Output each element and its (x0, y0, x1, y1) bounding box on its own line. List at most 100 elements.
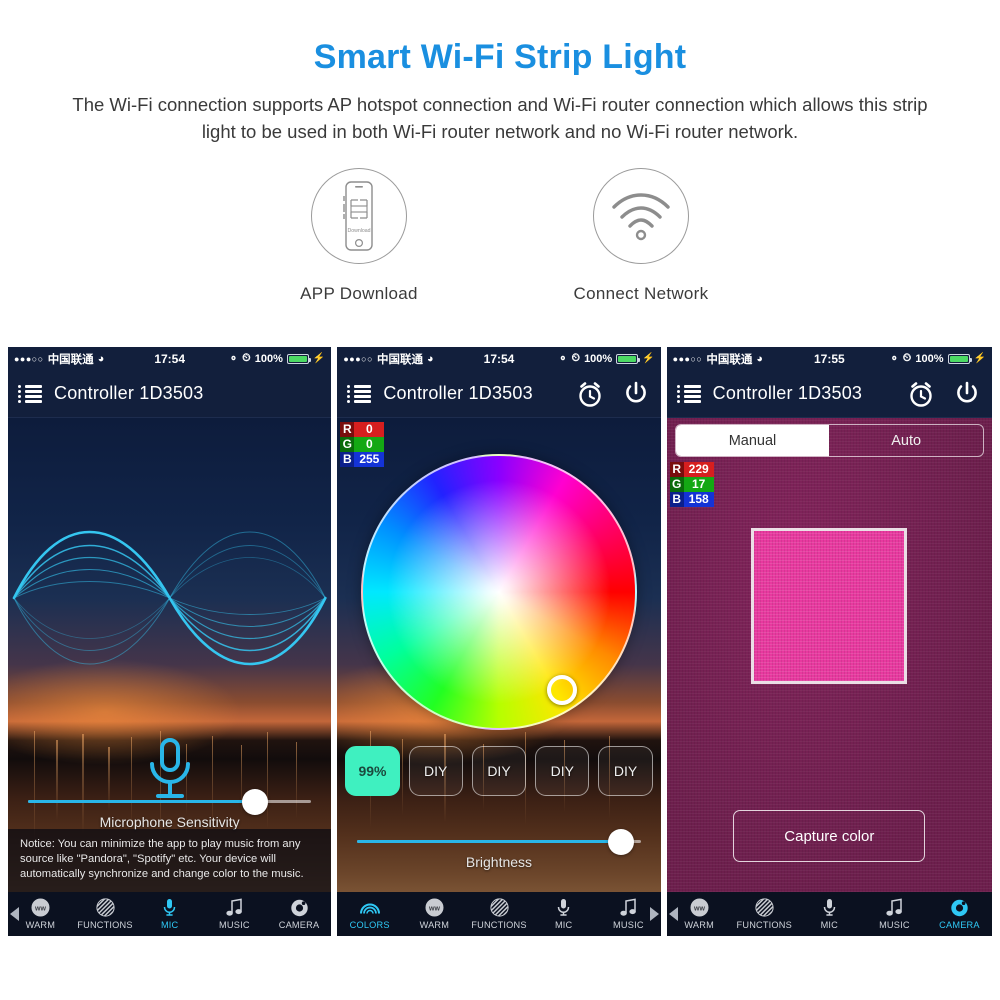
battery-percent-label: 100% (254, 352, 283, 365)
alarm-icon: ⏲ (242, 352, 251, 364)
preset-button-diy-2[interactable]: DIY (471, 746, 527, 796)
color-wheel[interactable] (360, 454, 637, 730)
tab-music[interactable]: MUSIC (202, 898, 267, 930)
capture-color-button[interactable]: Capture color (733, 810, 926, 862)
slider-track[interactable] (357, 828, 641, 855)
rgb-r-label: R (340, 422, 355, 437)
tab-label: WARM (419, 920, 450, 930)
wifi-icon (593, 168, 689, 264)
svg-text:ww: ww (34, 906, 46, 913)
segment-auto[interactable]: Auto (829, 425, 983, 456)
tab-colors[interactable]: COLORS (337, 898, 402, 930)
notice-text: Notice: You can minimize the app to play… (8, 829, 332, 892)
brightness-slider[interactable]: Brightness (357, 828, 641, 870)
preset-button-99[interactable]: 99% (345, 746, 400, 796)
feature-label: APP Download (300, 284, 418, 303)
tab-label: FUNCTIONS (77, 920, 133, 930)
microphone-icon (797, 898, 862, 917)
captured-color-swatch (754, 531, 905, 681)
tab-label: WARM (25, 920, 56, 930)
feature-label: Connect Network (573, 284, 709, 303)
color-wheel-selector[interactable] (546, 674, 577, 705)
slider-fill (28, 800, 255, 803)
music-note-icon (862, 898, 927, 917)
tab-label: CAMERA (939, 920, 980, 930)
preset-button-diy-1[interactable]: DIY (408, 746, 463, 796)
tab-camera[interactable]: CAMERA (927, 898, 992, 930)
rgb-b-value: 158 (688, 492, 709, 506)
page-subtitle: The Wi-Fi connection supports AP hotspot… (72, 94, 928, 142)
app-nav-bar: Controller 1D3503 (8, 370, 332, 418)
rotation-lock-icon: ⚬ (889, 353, 899, 365)
tab-label: FUNCTIONS (471, 920, 527, 930)
power-icon[interactable] (621, 379, 651, 409)
tab-scroll-left-arrow[interactable] (668, 907, 678, 921)
tab-label: COLORS (349, 920, 390, 930)
tab-functions[interactable]: FUNCTIONS (73, 898, 138, 930)
svg-text:ww: ww (693, 906, 705, 913)
tab-mic[interactable]: MIC (797, 898, 862, 930)
controller-title: Controller 1D3503 (712, 383, 863, 403)
tab-camera[interactable]: CAMERA (267, 898, 332, 930)
tab-functions[interactable]: FUNCTIONS (467, 898, 532, 930)
hamburger-menu-icon[interactable] (18, 384, 42, 403)
preset-button-row: 99% DIY DIY DIY DIY (345, 746, 653, 796)
alarm-icon: ⏲ (902, 352, 912, 364)
rgb-readout: R0 G0 B 255 (340, 422, 385, 467)
tab-label: MIC (160, 920, 179, 930)
slider-label: Brightness (465, 854, 533, 870)
status-bar: ●●●○○ 中国联通 ◕ 17:54 ⚬ ⏲ 100% ⚡ (8, 347, 332, 370)
svg-text:ww: ww (428, 906, 440, 913)
tab-label: WARM (684, 920, 714, 930)
slider-track[interactable] (28, 788, 312, 815)
tab-label: MIC (820, 920, 839, 930)
tab-scroll-left-arrow[interactable] (10, 907, 19, 921)
battery-percent-label: 100% (915, 352, 944, 365)
bottom-tab-bar: COLORS ww WARM FUNCTIONS MIC MUSIC (337, 892, 661, 936)
screenshot-row: ●●●○○ 中国联通 ◕ 17:54 ⚬ ⏲ 100% ⚡ Controller… (8, 347, 992, 936)
tab-mic[interactable]: MIC (531, 898, 596, 930)
microphone-sensitivity-slider[interactable]: Microphone Sensitivity (28, 788, 312, 830)
camera-panel-body: Manual Auto R 229 G 17 B 158 Capture color (666, 418, 992, 892)
controller-title: Controller 1D3503 (383, 383, 533, 403)
power-icon[interactable] (952, 379, 982, 409)
battery-icon (947, 353, 972, 364)
battery-icon (286, 353, 311, 364)
rgb-r-value: 0 (365, 422, 373, 436)
microphone-icon (137, 898, 202, 917)
color-sample-frame[interactable] (751, 528, 908, 684)
tab-label: MUSIC (879, 920, 910, 930)
feature-app-download: Download APP Download (264, 168, 454, 304)
preset-button-diy-3[interactable]: DIY (535, 746, 590, 796)
product-infographic: Smart Wi-Fi Strip Light The Wi-Fi connec… (0, 0, 1000, 1000)
slider-knob[interactable] (607, 828, 634, 855)
segment-manual[interactable]: Manual (675, 425, 830, 456)
alarm-icon[interactable] (906, 379, 936, 409)
tab-music[interactable]: MUSIC (862, 898, 927, 930)
functions-stripes-icon (732, 898, 797, 917)
tab-scroll-right-arrow[interactable] (649, 907, 659, 921)
rgb-b-label: B (669, 492, 684, 507)
hamburger-menu-icon[interactable] (676, 384, 701, 403)
battery-icon (616, 353, 641, 364)
tab-mic[interactable]: MIC (137, 898, 202, 930)
preset-button-diy-4[interactable]: DIY (598, 746, 653, 796)
phone-screenshot-mic: ●●●○○ 中国联通 ◕ 17:54 ⚬ ⏲ 100% ⚡ Controller… (8, 347, 332, 936)
battery-percent-label: 100% (584, 352, 613, 365)
tab-warm[interactable]: ww WARM (402, 898, 467, 930)
phone-download-icon: Download (311, 168, 407, 264)
tab-functions[interactable]: FUNCTIONS (732, 898, 797, 930)
page-title: Smart Wi-Fi Strip Light (313, 38, 687, 76)
bottom-tab-bar: ww WARM FUNCTIONS MIC MUSIC CAMERA (8, 892, 332, 936)
slider-knob[interactable] (241, 788, 268, 815)
charging-bolt-icon: ⚡ (973, 353, 986, 364)
rgb-b-label: B (340, 452, 355, 467)
alarm-icon: ⏲ (571, 352, 581, 364)
camera-icon (927, 898, 992, 917)
rainbow-icon (337, 898, 402, 917)
controller-title: Controller 1D3503 (54, 383, 204, 403)
alarm-icon[interactable] (575, 379, 605, 409)
hamburger-menu-icon[interactable] (347, 384, 372, 403)
functions-stripes-icon (73, 898, 138, 917)
feature-row: Download APP Download Connect Network (0, 168, 1000, 304)
